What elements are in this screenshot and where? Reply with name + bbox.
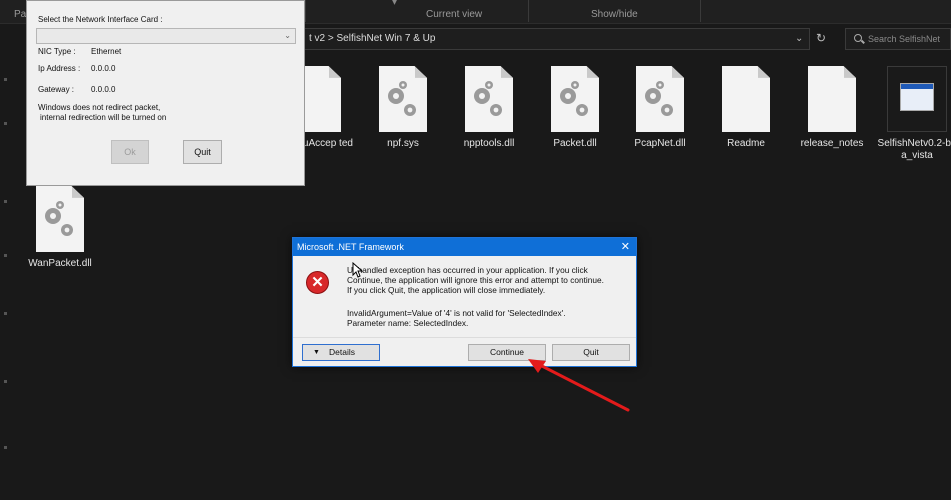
redirect-note: internal redirection will be turned on bbox=[40, 113, 167, 122]
file-item[interactable]: SelfishNetv0.2-b ta_vista bbox=[876, 66, 951, 162]
address-bar[interactable]: t v2 > SelfishNet Win 7 & Up bbox=[290, 28, 810, 50]
ok-button[interactable]: Ok bbox=[111, 140, 149, 164]
nav-pane-marker bbox=[4, 200, 7, 203]
selfishnet-window: Select the Network Interface Card : ⌄ NI… bbox=[26, 0, 305, 186]
dll-gears-icon bbox=[465, 66, 513, 132]
error-message-line: If you click Quit, the application will … bbox=[347, 285, 546, 295]
nic-combobox[interactable]: ⌄ bbox=[36, 28, 296, 44]
ribbon-group-show-hide: Show/hide bbox=[591, 9, 638, 20]
dll-gears-icon bbox=[36, 186, 84, 252]
ribbon-group-current-view: Current view bbox=[426, 9, 483, 20]
gears-icon bbox=[45, 201, 73, 236]
close-icon[interactable]: ✕ bbox=[621, 238, 630, 256]
error-detail-line: InvalidArgument=Value of '4' is not vali… bbox=[347, 308, 566, 318]
details-button[interactable]: ▼ Details bbox=[302, 344, 380, 361]
file-item[interactable]: Readme bbox=[705, 66, 787, 150]
ip-address-label: Ip Address : bbox=[38, 64, 81, 73]
chevron-down-icon[interactable]: ⌄ bbox=[795, 33, 803, 44]
search-icon bbox=[854, 34, 862, 42]
application-window-icon bbox=[887, 66, 947, 132]
file-name: Packet.dll bbox=[553, 138, 597, 149]
expand-triangle-icon: ▼ bbox=[313, 349, 320, 356]
mouse-cursor-icon bbox=[352, 262, 364, 278]
dialog-titlebar: Microsoft .NET Framework ✕ bbox=[293, 238, 636, 256]
document-blank-icon bbox=[808, 66, 856, 132]
file-item[interactable]: npptools.dll bbox=[448, 66, 530, 150]
dialog-divider bbox=[293, 337, 636, 338]
file-name: PcapNet.dll bbox=[634, 138, 686, 149]
redirect-note: Windows does not redirect packet, bbox=[38, 103, 161, 112]
file-name: release_notes bbox=[800, 138, 864, 149]
file-name: npptools.dll bbox=[463, 138, 515, 149]
ribbon-pane-label[interactable]: Pa bbox=[14, 9, 26, 20]
file-item[interactable]: WanPacket.dll bbox=[19, 186, 101, 270]
error-icon: ✕ bbox=[306, 271, 329, 294]
file-item[interactable]: release_notes bbox=[791, 66, 873, 150]
dll-gears-icon bbox=[636, 66, 684, 132]
chevron-down-icon[interactable]: ⌄ bbox=[284, 31, 291, 40]
nav-pane-marker bbox=[4, 312, 7, 315]
file-item[interactable]: npf.sys bbox=[362, 66, 444, 150]
red-arrow-annotation-icon bbox=[528, 359, 630, 412]
refresh-icon[interactable]: ↻ bbox=[816, 31, 826, 45]
ribbon-separator bbox=[305, 0, 306, 22]
gears-icon bbox=[645, 81, 673, 116]
quit-button[interactable]: Quit bbox=[183, 140, 222, 164]
file-name: SelfishNetv0.2-b ta_vista bbox=[877, 138, 951, 161]
file-name: WanPacket.dll bbox=[28, 258, 92, 269]
document-blank-icon bbox=[722, 66, 770, 132]
gateway-label: Gateway : bbox=[38, 85, 75, 94]
nic-type-value: Ethernet bbox=[91, 47, 122, 56]
error-detail-line: Parameter name: SelectedIndex. bbox=[347, 318, 469, 328]
nav-pane-marker bbox=[4, 122, 7, 125]
file-name: Readme bbox=[727, 138, 765, 149]
ribbon-separator bbox=[528, 0, 529, 22]
file-item[interactable]: Packet.dll bbox=[534, 66, 616, 150]
file-name: npf.sys bbox=[387, 138, 419, 149]
nav-pane-marker bbox=[4, 380, 7, 383]
gears-icon bbox=[560, 81, 588, 116]
error-message-line: Continue, the application will ignore th… bbox=[347, 275, 604, 285]
nav-pane-marker bbox=[4, 78, 7, 81]
ribbon-dropdown-icon[interactable]: ▾ bbox=[392, 0, 397, 8]
nic-select-label: Select the Network Interface Card : bbox=[38, 15, 163, 24]
desktop-screen: Pa ▾ Current view Show/hide t v2 > Selfi… bbox=[0, 0, 951, 500]
ribbon-separator bbox=[700, 0, 701, 22]
dotnet-error-dialog: Microsoft .NET Framework ✕ ✕ Unhandled e… bbox=[292, 237, 637, 367]
nav-pane-marker bbox=[4, 254, 7, 257]
error-message-line: Unhandled exception has occurred in your… bbox=[347, 265, 588, 275]
gears-icon bbox=[388, 81, 416, 116]
gateway-value: 0.0.0.0 bbox=[91, 85, 116, 94]
details-button-label: Details bbox=[329, 347, 355, 357]
system-file-gears-icon bbox=[379, 66, 427, 132]
nav-pane-marker bbox=[4, 446, 7, 449]
gears-icon bbox=[474, 81, 502, 116]
dialog-title: Microsoft .NET Framework bbox=[297, 242, 404, 252]
file-item[interactable]: PcapNet.dll bbox=[619, 66, 701, 150]
ip-address-value: 0.0.0.0 bbox=[91, 64, 116, 73]
nic-type-label: NIC Type : bbox=[38, 47, 76, 56]
dll-gears-icon bbox=[551, 66, 599, 132]
